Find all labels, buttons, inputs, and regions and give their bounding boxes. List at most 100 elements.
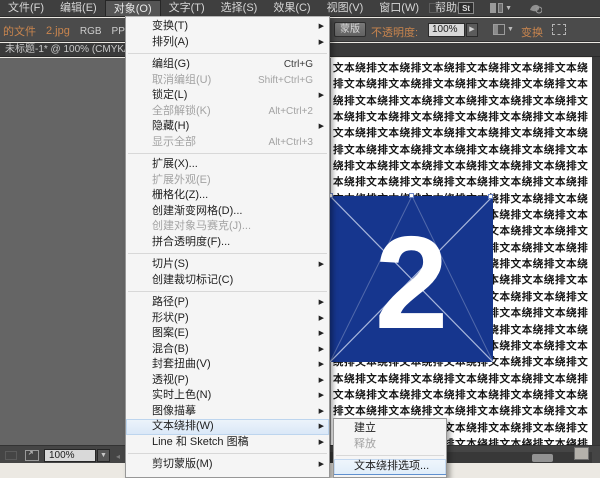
object-menu-item[interactable]: 剪切蒙版(M) ▶: [126, 457, 329, 473]
menu-item-label: 扩展(X)...: [152, 158, 198, 170]
menu-bar: 文件(F) 编辑(E) 对象(O) 文字(T) 选择(S) 效果(C) 视图(V) 窗口(W)…: [0, 0, 600, 17]
object-menu-item[interactable]: 创建裁切标记(C): [126, 273, 329, 289]
text-wrap-submenu-item[interactable]: 建立: [334, 421, 446, 437]
object-menu-item[interactable]: 排列(A) ▶: [126, 35, 329, 51]
menubar-item[interactable]: 窗口(W): [371, 0, 427, 16]
object-menu-item[interactable]: 透视(P) ▶: [126, 373, 329, 389]
submenu-arrow-icon: ▶: [318, 461, 324, 468]
object-menu-item[interactable]: 实时上色(N) ▶: [126, 388, 329, 404]
menu-item-label: 拼合透明度(F)...: [152, 235, 231, 248]
window-right-edge: [592, 43, 600, 463]
object-menu-item[interactable]: 路径(P) ▶: [126, 295, 329, 311]
menubar-item[interactable]: 选择(S): [213, 0, 266, 16]
mask-button[interactable]: 蒙版: [334, 22, 366, 37]
opacity-input[interactable]: 100%: [428, 23, 465, 37]
submenu-arrow-icon: ▶: [318, 438, 324, 446]
menu-separator: [128, 253, 327, 254]
opacity-dropdown-button[interactable]: ▶: [466, 23, 478, 37]
text-wrap-submenu-item[interactable]: 文本绕排选项...: [334, 459, 446, 475]
menu-item-label: 编组(G): [152, 58, 190, 70]
menu-item-label: 取消编组(U): [152, 73, 212, 86]
object-menu-item[interactable]: 显示全部 Alt+Ctrl+3: [126, 135, 329, 151]
menu-item-label: 混合(B): [152, 342, 189, 355]
menu-item-label: 文本绕排选项...: [354, 460, 430, 472]
object-menu-item[interactable]: 编组(G) Ctrl+G: [126, 57, 329, 73]
submenu-arrow-icon: ▶: [318, 314, 324, 322]
menubar-item[interactable]: 文字(T): [161, 0, 213, 16]
artboard-nav-icon[interactable]: [5, 451, 17, 460]
panel-toggle-icon[interactable]: [429, 3, 443, 13]
bounding-box-icon[interactable]: [552, 24, 566, 35]
menu-item-label: 锁定(L): [152, 89, 188, 101]
menubar-item[interactable]: 编辑(E): [52, 0, 105, 16]
opacity-label[interactable]: 不透明度:: [371, 24, 418, 40]
menu-item-label: Line 和 Sketch 图稿: [152, 435, 249, 448]
menu-item-label: 透视(P): [152, 373, 189, 386]
selection-handle[interactable]: [409, 193, 414, 198]
menu-separator: [336, 455, 444, 456]
menu-item-label: 切片(S): [152, 258, 189, 270]
st-badge-icon[interactable]: St: [458, 2, 475, 14]
style-grid-icon: [493, 24, 505, 35]
object-menu-item[interactable]: 图案(E) ▶: [126, 326, 329, 342]
control-bar-left: 的文件 2.jpg RGB PPI:: [3, 23, 130, 39]
transform-link[interactable]: 变换: [521, 24, 543, 40]
object-menu-item[interactable]: 扩展(X)...: [126, 157, 329, 173]
menu-separator: [128, 291, 327, 292]
text-wrap-submenu: 建立释放文本绕排选项...: [333, 418, 447, 478]
object-menu-item[interactable]: Line 和 Sketch 图稿 ▶: [126, 435, 329, 451]
menubar-item[interactable]: 效果(C): [265, 0, 318, 16]
submenu-arrow-icon: ▶: [318, 423, 324, 430]
object-menu-item[interactable]: 图像描摹 ▶: [126, 404, 329, 420]
submenu-arrow-icon: ▶: [318, 345, 324, 353]
image-number-text: 2: [374, 209, 449, 356]
menu-item-label: 隐藏(H): [152, 120, 190, 132]
object-menu-item[interactable]: 文本绕排(W) ▶: [126, 419, 329, 435]
object-menu-item[interactable]: 创建渐变网格(D)...: [126, 204, 329, 220]
object-menu-item[interactable]: 封套扭曲(V) ▶: [126, 357, 329, 373]
zoom-level-input[interactable]: 100%: [44, 449, 96, 462]
menubar-item[interactable]: 视图(V): [319, 0, 372, 16]
menu-item-label: 释放: [354, 437, 376, 450]
color-mode-label: RGB: [79, 25, 102, 37]
style-flyout-icon[interactable]: ▼: [493, 24, 514, 35]
object-menu-item[interactable]: 取消编组(U) Shift+Ctrl+G: [126, 73, 329, 89]
object-menu-item[interactable]: 创建对象马赛克(J)...: [126, 219, 329, 235]
menu-item-shortcut: Shift+Ctrl+G: [257, 74, 313, 86]
menu-item-label: 显示全部: [152, 135, 196, 148]
share-icon[interactable]: [25, 450, 39, 461]
status-bar-icons: [5, 450, 39, 461]
zoom-dropdown-button[interactable]: ▼: [97, 449, 110, 462]
placed-image[interactable]: 2: [330, 196, 493, 362]
object-menu-item[interactable]: 混合(B) ▶: [126, 342, 329, 358]
menubar-item[interactable]: 对象(O): [104, 0, 161, 16]
text-wrap-submenu-item[interactable]: 释放: [334, 437, 446, 453]
object-menu-list: 变换(T) ▶ 排列(A) ▶ 编组(G) Ctrl+G 取消编组(U) Shift+Ctrl…: [126, 19, 329, 473]
workspace-grid-icon: [490, 3, 497, 13]
object-menu-item[interactable]: 隐藏(H) ▶: [126, 119, 329, 135]
object-menu-item[interactable]: 切片(S) ▶: [126, 257, 329, 273]
submenu-arrow-icon: ▶: [318, 23, 324, 30]
menubar-item[interactable]: 文件(F): [0, 0, 52, 16]
object-menu-item[interactable]: 拼合透明度(F)...: [126, 235, 329, 251]
object-menu-item[interactable]: 全部解锁(K) Alt+Ctrl+2: [126, 104, 329, 120]
workspace-switcher-icon[interactable]: ▼: [490, 3, 512, 13]
selection-handle[interactable]: [488, 194, 493, 199]
object-menu-item[interactable]: 栅格化(Z)...: [126, 188, 329, 204]
submenu-arrow-icon: ▶: [318, 330, 324, 337]
menu-item-label: 建立: [354, 422, 376, 434]
chevron-down-icon: ▼: [505, 4, 512, 12]
object-menu-item[interactable]: 扩展外观(E): [126, 173, 329, 189]
menu-item-label: 排列(A): [152, 35, 189, 48]
chevron-down-icon: ▼: [507, 26, 514, 33]
menu-item-label: 栅格化(Z)...: [152, 189, 209, 201]
object-menu-item[interactable]: 变换(T) ▶: [126, 19, 329, 35]
cs-live-icon[interactable]: [528, 2, 542, 14]
menu-item-label: 图像描摹: [152, 404, 196, 417]
horizontal-scrollbar-thumb[interactable]: [532, 454, 553, 462]
file-name-label: 2.jpg: [46, 25, 70, 37]
object-menu-item[interactable]: 形状(P) ▶: [126, 311, 329, 327]
object-menu-item[interactable]: 锁定(L) ▶: [126, 88, 329, 104]
submenu-arrow-icon: ▶: [318, 261, 324, 268]
menu-item-label: 创建渐变网格(D)...: [152, 204, 243, 217]
